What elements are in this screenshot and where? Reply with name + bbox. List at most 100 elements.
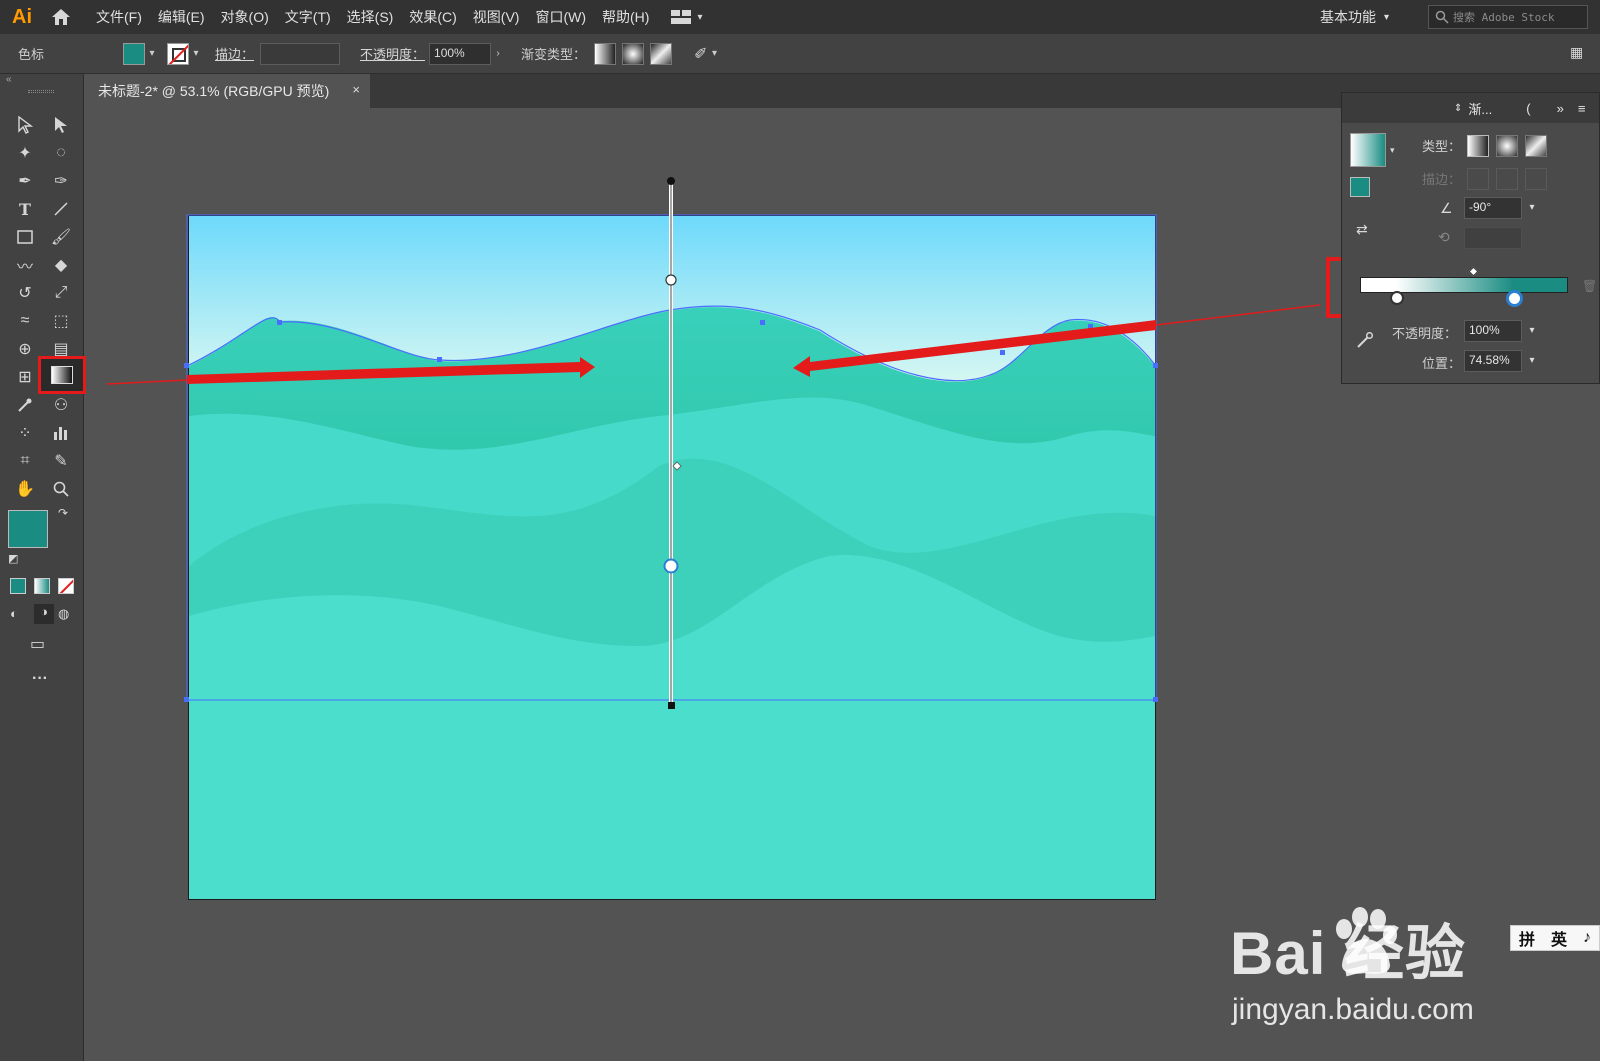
default-fill-stroke-icon[interactable]: ◩ xyxy=(8,552,18,565)
curvature-tool-icon[interactable]: ✑ xyxy=(46,168,76,194)
menu-type[interactable]: 文字(T) xyxy=(277,0,339,34)
ime-english-button[interactable]: 英 xyxy=(1551,926,1567,950)
ime-pinyin-button[interactable]: 拼 xyxy=(1519,926,1535,950)
freeform-gradient-button[interactable] xyxy=(650,42,673,65)
gradient-midpoint-diamond[interactable] xyxy=(1468,266,1479,277)
zoom-tool-icon[interactable] xyxy=(46,476,76,502)
pen-tool-icon[interactable]: ✒ xyxy=(10,168,40,194)
panel-menu-icon[interactable]: ≡ xyxy=(1578,101,1586,116)
menu-object[interactable]: 对象(O) xyxy=(213,0,277,34)
artboard-tool-icon[interactable]: ⌗ xyxy=(10,448,40,474)
magic-wand-tool-icon[interactable]: ✦ xyxy=(10,140,40,166)
stroke-gradient-option[interactable] xyxy=(1496,168,1518,190)
collapse-toolbar-icon[interactable]: « xyxy=(6,74,12,85)
home-icon[interactable] xyxy=(44,0,78,34)
aspect-ratio-field[interactable] xyxy=(1464,227,1522,249)
gradient-tool-icon[interactable] xyxy=(38,356,86,394)
chevron-down-icon[interactable]: ▾ xyxy=(189,48,203,59)
eraser-tool-icon[interactable]: ◆ xyxy=(46,252,76,278)
delete-stop-icon[interactable]: 🗑 xyxy=(1582,279,1597,293)
screen-mode-icon[interactable]: ▭ xyxy=(30,634,45,654)
stop-location-field[interactable]: 74.58% xyxy=(1464,350,1522,372)
radial-gradient-button[interactable] xyxy=(622,42,645,65)
chevron-down-icon[interactable]: ▾ xyxy=(1522,197,1542,219)
column-graph-tool-icon[interactable] xyxy=(46,420,76,446)
expand-panel-icon[interactable]: » xyxy=(1557,101,1564,116)
chevron-down-icon[interactable]: ▾ xyxy=(1390,145,1395,156)
menu-effect[interactable]: 效果(C) xyxy=(401,0,464,34)
recolor-icon[interactable]: ✐ xyxy=(694,44,707,64)
eyedropper-tool-icon[interactable] xyxy=(10,392,40,418)
symbol-sprayer-tool-icon[interactable]: ⁘ xyxy=(10,420,40,446)
chevron-down-icon[interactable]: ▾ xyxy=(707,48,721,59)
stroke-gradient-option[interactable] xyxy=(1467,168,1489,190)
stroke-label[interactable]: 描边： xyxy=(215,44,254,63)
paintbrush-tool-icon[interactable]: 🖌 xyxy=(46,224,76,250)
fill-color-swatch[interactable] xyxy=(8,510,48,548)
opacity-label[interactable]: 不透明度： xyxy=(360,44,425,63)
shape-builder-tool-icon[interactable]: ⊕ xyxy=(10,336,40,362)
eyedropper-icon[interactable] xyxy=(1356,331,1374,352)
mesh-tool-icon[interactable]: ⊞ xyxy=(10,364,40,390)
draw-normal-icon[interactable]: ◐ xyxy=(10,606,18,621)
slice-tool-icon[interactable]: ✎ xyxy=(46,448,76,474)
stroke-weight-field[interactable] xyxy=(260,42,341,65)
menu-view[interactable]: 视图(V) xyxy=(465,0,528,34)
hand-tool-icon[interactable]: ✋ xyxy=(10,476,40,502)
type-tool-icon[interactable]: T xyxy=(10,196,40,222)
scale-tool-icon[interactable]: ⤢ xyxy=(46,280,76,306)
menu-edit[interactable]: 编辑(E) xyxy=(150,0,213,34)
swap-fill-stroke-icon[interactable]: ↷ xyxy=(58,506,68,520)
chevron-down-icon[interactable]: ▾ xyxy=(1522,320,1542,342)
rotate-tool-icon[interactable]: ↺ xyxy=(10,280,40,306)
stroke-swatch[interactable] xyxy=(167,42,189,65)
workspace-switcher[interactable]: 基本功能 ▾ xyxy=(1320,0,1389,34)
type-radial-button[interactable] xyxy=(1496,135,1518,157)
opacity-field[interactable]: 100% xyxy=(429,42,492,65)
gradient-stop-right-selected[interactable] xyxy=(1506,290,1523,307)
type-linear-button[interactable] xyxy=(1467,135,1489,157)
selection-tool-icon[interactable] xyxy=(10,112,40,138)
line-tool-icon[interactable] xyxy=(46,196,76,222)
chevron-right-icon[interactable]: › xyxy=(491,48,505,59)
gradient-slider-bar[interactable] xyxy=(1360,277,1568,293)
ime-extra-button[interactable]: ♪ xyxy=(1583,929,1591,947)
gradient-mode-button[interactable] xyxy=(34,578,50,594)
lasso-tool-icon[interactable]: ◌ xyxy=(46,140,76,166)
gradient-stop-left[interactable] xyxy=(1390,291,1404,305)
gradient-panel-header[interactable]: ⇕ 渐... ( » ≡ xyxy=(1342,93,1599,123)
reverse-gradient-icon[interactable]: ⇄ xyxy=(1356,221,1368,238)
panel-tab-more[interactable]: ( xyxy=(1526,101,1530,116)
toolbar-grip[interactable] xyxy=(28,90,54,93)
linear-gradient-button[interactable] xyxy=(594,42,617,65)
angle-field[interactable]: -90° xyxy=(1464,197,1522,219)
ime-toolbar[interactable]: 拼 英 ♪ xyxy=(1510,925,1600,951)
close-icon[interactable]: × xyxy=(352,82,360,97)
menu-window[interactable]: 窗口(W) xyxy=(527,0,594,34)
draw-inside-icon[interactable]: ◍ xyxy=(58,606,69,622)
gradient-preview-swatch[interactable] xyxy=(1350,133,1386,167)
blend-tool-icon[interactable]: ⚇ xyxy=(46,392,76,418)
gradient-panel-tab[interactable]: 渐... xyxy=(1468,99,1492,118)
chevron-down-icon[interactable]: ▾ xyxy=(1522,350,1542,372)
menu-file[interactable]: 文件(F) xyxy=(88,0,150,34)
chevron-down-icon[interactable]: ▾ xyxy=(145,48,159,59)
width-tool-icon[interactable]: ≈ xyxy=(10,308,40,334)
none-mode-button[interactable] xyxy=(58,578,74,594)
document-tab[interactable]: 未标题-2* @ 53.1% (RGB/GPU 预览) × xyxy=(85,74,370,108)
color-mode-button[interactable] xyxy=(10,578,26,594)
type-freeform-button[interactable] xyxy=(1525,135,1547,157)
menu-help[interactable]: 帮助(H) xyxy=(594,0,657,34)
free-transform-tool-icon[interactable]: ⬚ xyxy=(46,308,76,334)
direct-selection-tool-icon[interactable] xyxy=(46,112,76,138)
arrange-documents-button[interactable]: ▾ xyxy=(671,10,702,24)
panel-menu-grid-icon[interactable]: ▦ xyxy=(1570,44,1583,61)
edit-toolbar-icon[interactable]: ··· xyxy=(32,670,48,688)
artboard[interactable] xyxy=(188,215,1156,900)
stop-opacity-field[interactable]: 100% xyxy=(1464,320,1522,342)
fill-swatch[interactable] xyxy=(123,42,145,65)
stock-search-input[interactable]: 搜索 Adobe Stock xyxy=(1428,5,1588,29)
draw-behind-icon[interactable]: ◑ xyxy=(34,604,54,624)
stroke-gradient-option[interactable] xyxy=(1525,168,1547,190)
rectangle-tool-icon[interactable] xyxy=(10,224,40,250)
